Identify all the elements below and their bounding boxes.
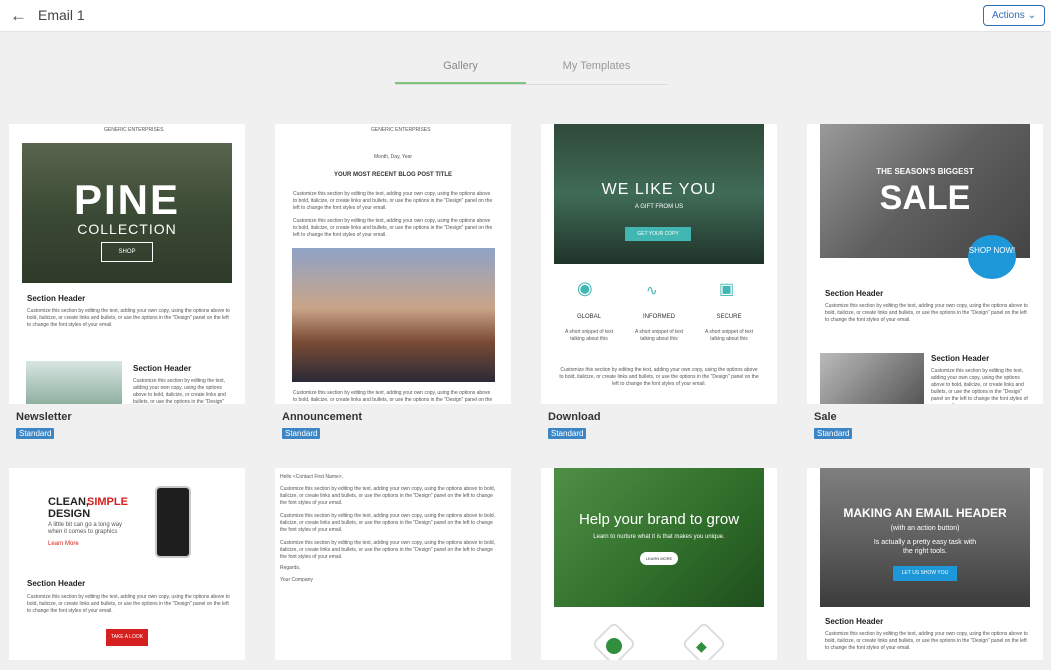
learn-more-link: Learn More xyxy=(48,541,79,547)
section-body-2: Customize this section by editing the te… xyxy=(931,368,1028,404)
page-title: Email 1 xyxy=(38,7,85,23)
hero-subtitle: A GIFT FROM US xyxy=(634,204,684,210)
top-bar: ← Email 1 Actions ⌄ xyxy=(0,0,1051,32)
company: Your Company xyxy=(280,577,313,583)
feature-label: GLOBAL xyxy=(576,314,601,320)
headline-design: DESIGN xyxy=(48,508,91,520)
post-body-3: Customize this section by editing the te… xyxy=(293,390,493,403)
hero-title: MAKING AN EMAIL HEADER xyxy=(843,506,1007,520)
learn-more-button: LEARN MORE xyxy=(640,552,678,565)
post-body-2: Customize this section by editing the te… xyxy=(293,218,493,238)
kayak-image xyxy=(26,361,122,404)
shop-now-badge: SHOP NOW! xyxy=(968,235,1016,279)
template-tabs: Gallery My Templates xyxy=(395,52,667,85)
feature-text: A short snippet of text talking about th… xyxy=(564,329,614,342)
feature-text: A short snippet of text talking about th… xyxy=(634,329,684,342)
lock-icon: ▣ xyxy=(719,281,735,298)
hero-title: WE LIKE YOU xyxy=(601,181,717,198)
section-body: Customize this section by editing the te… xyxy=(559,367,759,387)
leaf-icon xyxy=(606,638,622,654)
hero-line: Is actually a pretty easy task with the … xyxy=(873,539,977,555)
hero-subtitle: COLLECTION xyxy=(77,221,177,237)
section-header: Section Header xyxy=(27,579,86,588)
tab-gallery[interactable]: Gallery xyxy=(395,60,526,72)
letter-body-2: Customize this section by editing the te… xyxy=(280,513,496,533)
standard-badge: Standard xyxy=(16,428,55,439)
post-date: Month, Day, Year xyxy=(374,154,412,160)
phone-image xyxy=(155,486,191,558)
feature-label: INFORMED xyxy=(643,314,675,320)
standard-badge: Standard xyxy=(282,428,321,439)
back-arrow-icon[interactable]: ← xyxy=(10,6,28,26)
template-card-email-header[interactable]: MAKING AN EMAIL HEADER (with an action b… xyxy=(807,468,1043,660)
sale-title: SALE xyxy=(879,179,971,217)
actions-button[interactable]: Actions ⌄ xyxy=(983,5,1045,26)
post-body-1: Customize this section by editing the te… xyxy=(293,191,493,211)
key-icon: ◆ xyxy=(696,638,707,654)
section-header-2: Section Header xyxy=(133,364,192,373)
tab-my-templates[interactable]: My Templates xyxy=(526,60,667,72)
section-header: Section Header xyxy=(825,289,884,298)
standard-badge: Standard xyxy=(548,428,587,439)
active-tab-indicator xyxy=(395,82,526,84)
feature-text: A short snippet of text talking about th… xyxy=(704,329,754,342)
template-card-plain-letter[interactable]: Hello <Contact First Name>, Customize th… xyxy=(275,468,511,660)
hero-subtitle: Learn to nurture what it is that makes y… xyxy=(593,534,725,540)
template-name: Sale xyxy=(814,411,837,423)
shop-button: SHOP xyxy=(101,242,153,262)
take-a-look-button: TAKE A LOOK xyxy=(106,629,148,646)
hero-title: Help your brand to grow xyxy=(578,511,740,528)
section-header: Section Header xyxy=(27,294,86,303)
template-name: Announcement xyxy=(282,411,363,423)
post-title: YOUR MOST RECENT BLOG POST TITLE xyxy=(333,172,452,178)
let-us-show-you-button: LET US SHOW YOU xyxy=(893,566,957,581)
letter-body-1: Customize this section by editing the te… xyxy=(280,486,496,506)
template-card-sale[interactable]: THE SEASON'S BIGGEST SALE SHOP NOW! Sect… xyxy=(807,124,1043,404)
section-body: Customize this section by editing the te… xyxy=(27,308,230,328)
shoes-image xyxy=(820,353,924,404)
feature-label: SECURE xyxy=(716,314,742,320)
section-body-2: Customize this section by editing the te… xyxy=(133,378,226,404)
brand-logo: GENERIC ENTERPRISES xyxy=(104,127,164,133)
template-name: Newsletter xyxy=(16,411,72,423)
tagline: A little bit can go a long way when it c… xyxy=(48,522,123,535)
template-card-clean-design[interactable]: CLEAN, SIMPLE DESIGN A little bit can go… xyxy=(9,468,245,660)
section-body: Customize this section by editing the te… xyxy=(27,594,230,614)
greeting: Hello <Contact First Name>, xyxy=(280,474,344,480)
get-copy-button: GET YOUR COPY xyxy=(625,227,691,241)
letter-body-3: Customize this section by editing the te… xyxy=(280,540,496,560)
mountain-image xyxy=(292,248,495,382)
template-card-announcement[interactable]: GENERIC ENTERPRISES Month, Day, Year YOU… xyxy=(275,124,511,404)
brand-logo: GENERIC ENTERPRISES xyxy=(371,127,431,133)
template-card-download[interactable]: WE LIKE YOU A GIFT FROM US GET YOUR COPY… xyxy=(541,124,777,404)
hero-subtitle: (with an action button) xyxy=(890,525,960,532)
section-header-2: Section Header xyxy=(931,354,990,363)
section-body: Customize this section by editing the te… xyxy=(825,303,1028,323)
headline-clean: CLEAN, xyxy=(48,496,89,508)
template-card-brand-grow[interactable]: Help your brand to grow Learn to nurture… xyxy=(541,468,777,660)
globe-icon: ◉ xyxy=(577,278,593,298)
hero-title: PINE xyxy=(73,176,181,223)
section-body: Customize this section by editing the te… xyxy=(825,631,1028,651)
regards: Regards, xyxy=(280,565,301,571)
sale-kicker: THE SEASON'S BIGGEST xyxy=(876,167,974,176)
headline-simple: SIMPLE xyxy=(87,496,128,508)
section-header: Section Header xyxy=(825,617,884,626)
template-name: Download xyxy=(548,411,601,423)
standard-badge: Standard xyxy=(814,428,853,439)
template-card-newsletter[interactable]: GENERIC ENTERPRISES PINE COLLECTION SHOP… xyxy=(9,124,245,404)
pulse-icon: ∿ xyxy=(646,282,658,298)
